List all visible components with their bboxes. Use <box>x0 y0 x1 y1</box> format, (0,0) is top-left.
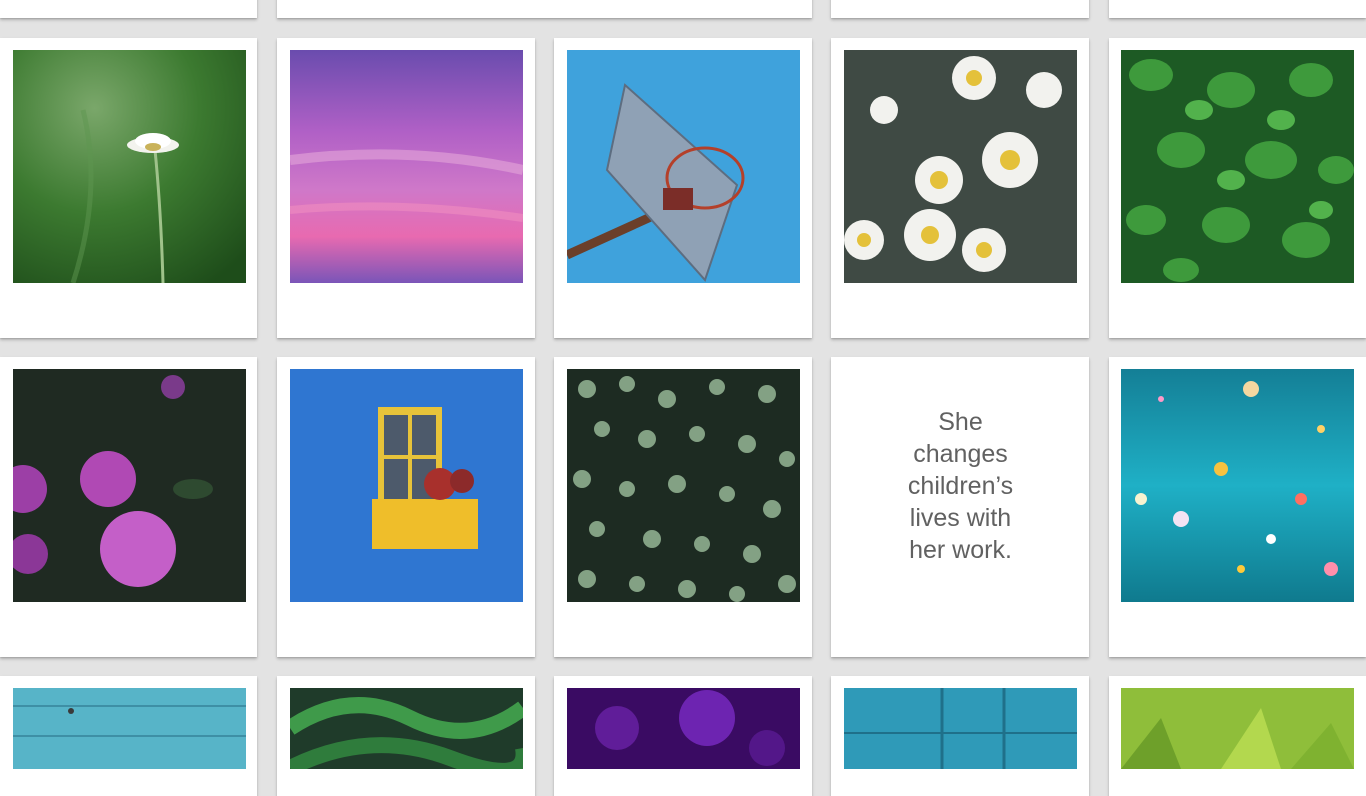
quote-text-container: She changes children’s lives with her wo… <box>844 369 1077 602</box>
confetti-photo <box>1121 369 1354 602</box>
purple-roses-photo <box>13 369 246 602</box>
gallery-card[interactable] <box>0 676 257 796</box>
gallery-card[interactable] <box>1109 357 1366 657</box>
purple-bokeh-photo <box>567 688 800 769</box>
daisy-field-photo <box>13 50 246 283</box>
daisies-photo <box>844 50 1077 283</box>
gallery-card[interactable] <box>277 357 535 657</box>
gallery-card[interactable] <box>554 357 812 657</box>
gallery-card[interactable] <box>0 0 257 18</box>
vine-leaves-photo <box>567 369 800 602</box>
blue-planks-photo <box>13 688 246 769</box>
gallery-card[interactable] <box>277 676 535 796</box>
gallery-card[interactable] <box>1109 38 1366 338</box>
blue-wall-window-photo <box>290 369 523 602</box>
green-leaves-photo <box>1121 50 1354 283</box>
gallery-card[interactable] <box>1109 0 1366 18</box>
quote-text: She changes children’s lives with her wo… <box>907 407 1014 564</box>
gallery-card[interactable] <box>554 676 812 796</box>
teal-door-photo <box>844 688 1077 769</box>
gallery-card[interactable] <box>831 676 1089 796</box>
gallery-card[interactable] <box>831 38 1089 338</box>
gallery-card[interactable] <box>831 0 1089 18</box>
gallery-card[interactable] <box>0 38 257 338</box>
gallery-card[interactable] <box>554 38 812 338</box>
grass-photo <box>1121 688 1354 769</box>
fern-photo <box>290 688 523 769</box>
sunset-sky-photo <box>290 50 523 283</box>
gallery-card[interactable] <box>0 357 257 657</box>
quote-card[interactable]: She changes children’s lives with her wo… <box>831 357 1089 657</box>
basketball-hoop-photo <box>567 50 800 283</box>
gallery-card[interactable] <box>277 0 812 18</box>
gallery-card[interactable] <box>277 38 535 338</box>
gallery-card[interactable] <box>1109 676 1366 796</box>
